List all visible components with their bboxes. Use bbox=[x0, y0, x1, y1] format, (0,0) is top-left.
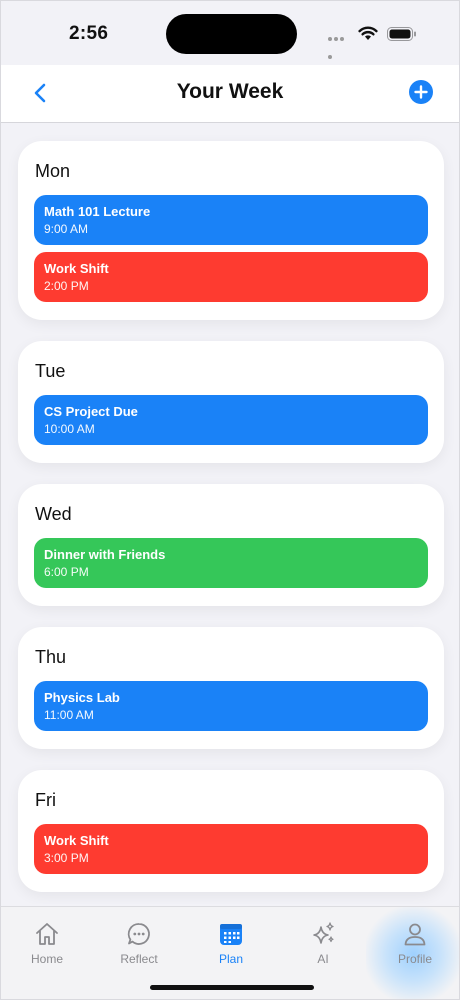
chat-bubble-icon bbox=[127, 923, 150, 945]
page-title: Your Week bbox=[176, 80, 284, 103]
tab-label: AI bbox=[317, 952, 329, 966]
event-time: 9:00 AM bbox=[44, 222, 89, 236]
day-card-tue: Tue CS Project Due 10:00 AM bbox=[18, 341, 444, 463]
day-card-fri: Fri Work Shift 3:00 PM bbox=[18, 770, 444, 892]
day-card-mon: Mon Math 101 Lecture 9:00 AM Work Shift … bbox=[18, 141, 444, 320]
cellular-signal-icon bbox=[328, 37, 350, 59]
event-time: 3:00 PM bbox=[44, 851, 89, 865]
event-title: CS Project Due bbox=[44, 404, 138, 419]
screen: 2:56 Your Week Mon Math 101 Lecture 9:00… bbox=[0, 0, 460, 1000]
event-time: 10:00 AM bbox=[44, 422, 95, 436]
event-time: 11:00 AM bbox=[44, 708, 94, 722]
tab-label: Reflect bbox=[120, 952, 158, 966]
navigation-bar: Your Week bbox=[1, 65, 459, 123]
day-title: Fri bbox=[35, 790, 56, 810]
event-time: 2:00 PM bbox=[44, 279, 89, 293]
status-bar: 2:56 bbox=[1, 1, 459, 65]
event-item[interactable]: Dinner with Friends 6:00 PM bbox=[34, 538, 428, 588]
wifi-icon bbox=[358, 26, 378, 40]
status-time: 2:56 bbox=[69, 23, 109, 44]
tab-profile[interactable]: Profile bbox=[369, 907, 459, 999]
day-title: Mon bbox=[35, 161, 71, 181]
calendar-icon bbox=[220, 924, 242, 945]
battery-icon bbox=[387, 27, 416, 41]
home-icon bbox=[36, 923, 58, 945]
tab-label: Home bbox=[30, 952, 63, 966]
event-item[interactable]: CS Project Due 10:00 AM bbox=[34, 395, 428, 445]
day-card-thu: Thu Physics Lab 11:00 AM bbox=[18, 627, 444, 749]
day-card-wed: Wed Dinner with Friends 6:00 PM bbox=[18, 484, 444, 606]
sparkles-icon bbox=[313, 922, 334, 944]
tab-label: Profile bbox=[397, 952, 432, 966]
day-title: Tue bbox=[35, 361, 66, 381]
event-item[interactable]: Work Shift 2:00 PM bbox=[34, 252, 428, 302]
home-indicator bbox=[150, 985, 314, 990]
event-time: 6:00 PM bbox=[44, 565, 89, 579]
dynamic-island bbox=[166, 14, 297, 54]
event-title: Math 101 Lecture bbox=[44, 204, 151, 219]
person-icon bbox=[404, 923, 426, 946]
week-list[interactable]: Mon Math 101 Lecture 9:00 AM Work Shift … bbox=[1, 124, 459, 904]
event-title: Work Shift bbox=[44, 261, 109, 276]
day-title: Wed bbox=[35, 504, 72, 524]
event-item[interactable]: Work Shift 3:00 PM bbox=[34, 824, 428, 874]
event-title: Work Shift bbox=[44, 833, 109, 848]
day-title: Thu bbox=[35, 647, 67, 667]
event-title: Physics Lab bbox=[44, 690, 120, 705]
event-item[interactable]: Physics Lab 11:00 AM bbox=[34, 681, 428, 731]
tab-label: Plan bbox=[218, 952, 244, 966]
event-title: Dinner with Friends bbox=[44, 547, 166, 562]
event-item[interactable]: Math 101 Lecture 9:00 AM bbox=[34, 195, 428, 245]
tab-home[interactable]: Home bbox=[1, 907, 93, 999]
add-event-icon[interactable] bbox=[409, 80, 433, 104]
